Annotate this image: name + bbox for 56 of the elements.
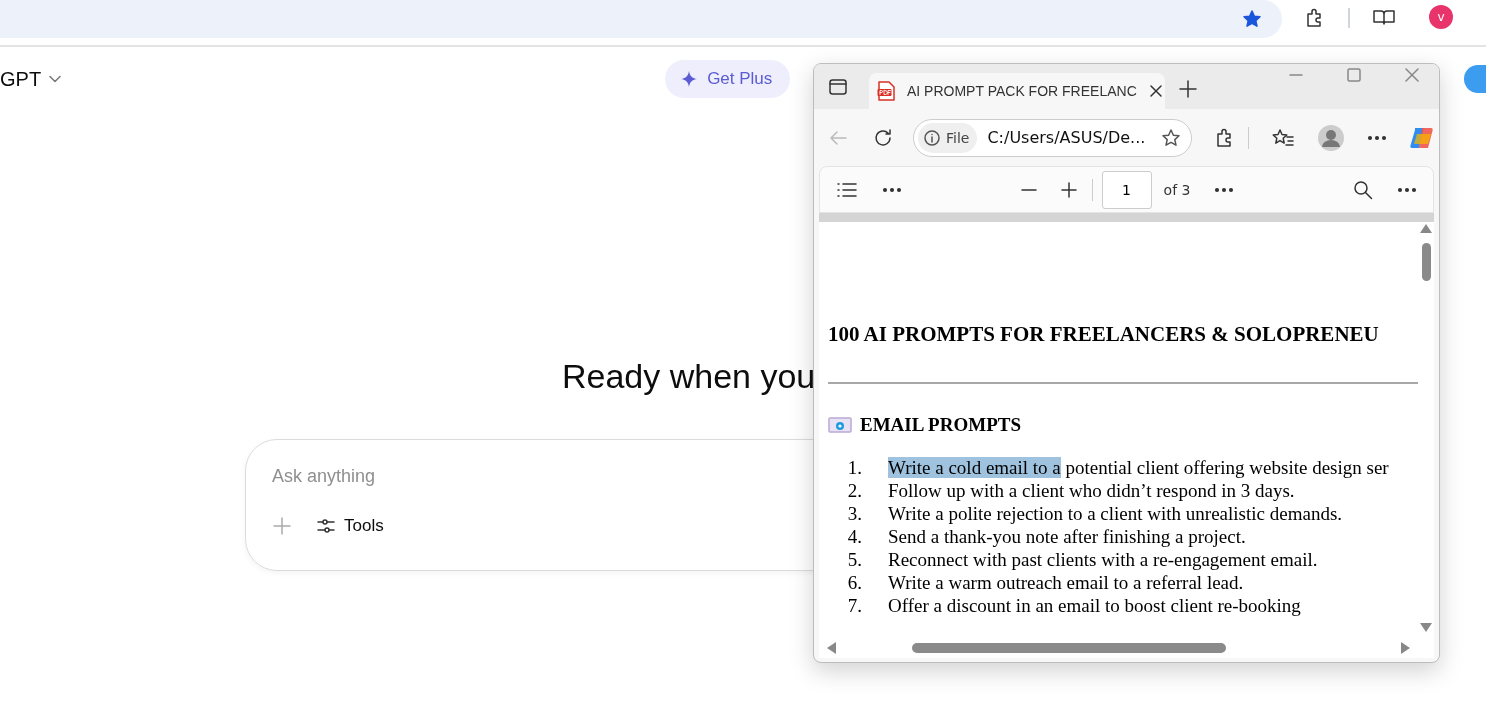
- headline: Ready when you: [562, 356, 817, 396]
- list-number: 5.: [846, 548, 862, 571]
- sparkle-icon: [681, 71, 698, 87]
- more-icon[interactable]: [1367, 134, 1387, 141]
- more-icon[interactable]: [882, 186, 902, 193]
- list-item: Write a polite rejection to a client with unrealistic demands.: [888, 502, 1343, 525]
- profile-avatar[interactable]: v: [1429, 5, 1453, 29]
- chevron-down-icon: [49, 75, 62, 83]
- scroll-right-arrow[interactable]: [1401, 642, 1410, 654]
- user-avatar[interactable]: [1464, 65, 1486, 93]
- list-item: Offer a discount in an email to boost client re-booking: [888, 594, 1301, 617]
- envelope-icon: [828, 417, 852, 433]
- zoom-in-icon[interactable]: [1060, 181, 1077, 198]
- list-item: Reconnect with past clients with a re-engagement email.: [888, 548, 1318, 571]
- favorites-icon[interactable]: [1271, 127, 1295, 148]
- sliders-icon: [316, 516, 336, 536]
- profile-icon[interactable]: [1317, 123, 1345, 152]
- address-field[interactable]: File C:/Users/ASUS/De...: [913, 118, 1192, 157]
- address-text: C:/Users/ASUS/De...: [987, 128, 1147, 147]
- search-icon[interactable]: [1353, 179, 1373, 200]
- more-icon[interactable]: [1397, 186, 1417, 193]
- scroll-thumb[interactable]: [912, 643, 1226, 653]
- site-info-button[interactable]: File: [918, 122, 978, 153]
- section-heading: EMAIL PROMPTS: [860, 414, 1021, 436]
- list-item: Write a cold email to a potential client offering website design ser: [888, 456, 1389, 479]
- sidebar-icon[interactable]: [829, 78, 847, 96]
- close-icon[interactable]: [1148, 84, 1163, 98]
- refresh-icon[interactable]: [873, 127, 893, 148]
- list-number: 1.: [846, 456, 862, 479]
- tools-button[interactable]: Tools: [316, 516, 384, 536]
- star-icon[interactable]: [1242, 9, 1262, 29]
- scroll-up-arrow[interactable]: [1420, 224, 1432, 233]
- browser-tab[interactable]: AI PROMPT PACK FOR FREELANC: [869, 73, 1165, 109]
- document-title: 100 AI PROMPTS FOR FREELANCERS & SOLOPRENEU: [828, 322, 1380, 346]
- more-icon[interactable]: [1214, 186, 1235, 193]
- scroll-left-arrow[interactable]: [827, 642, 836, 654]
- scroll-thumb[interactable]: [1421, 243, 1431, 281]
- list-item: Write a warm outreach email to a referral lead.: [888, 571, 1244, 594]
- contents-list-icon[interactable]: [836, 181, 858, 198]
- list-number: 6.: [846, 571, 862, 594]
- new-tab-icon[interactable]: [1178, 79, 1198, 99]
- book-icon[interactable]: [1372, 7, 1396, 27]
- model-selector[interactable]: GPT: [0, 67, 62, 91]
- close-window-icon[interactable]: [1405, 67, 1419, 82]
- page-number-field[interactable]: 1: [1101, 170, 1152, 209]
- list-number: 2.: [846, 479, 862, 502]
- info-icon: [924, 129, 940, 146]
- list-number: 3.: [846, 502, 862, 525]
- upgrade-button[interactable]: Get Plus: [665, 60, 791, 98]
- star-outline-icon[interactable]: [1161, 127, 1181, 148]
- list-number: 7.: [846, 594, 862, 617]
- list-item: Follow up with a client who didn’t respond in 3 days.: [888, 479, 1295, 502]
- page-count: of 3: [1163, 181, 1191, 198]
- pdf-file-icon: [877, 81, 895, 101]
- list-number: 4.: [846, 525, 862, 548]
- list-item: Send a thank-you note after finishing a project.: [888, 525, 1246, 548]
